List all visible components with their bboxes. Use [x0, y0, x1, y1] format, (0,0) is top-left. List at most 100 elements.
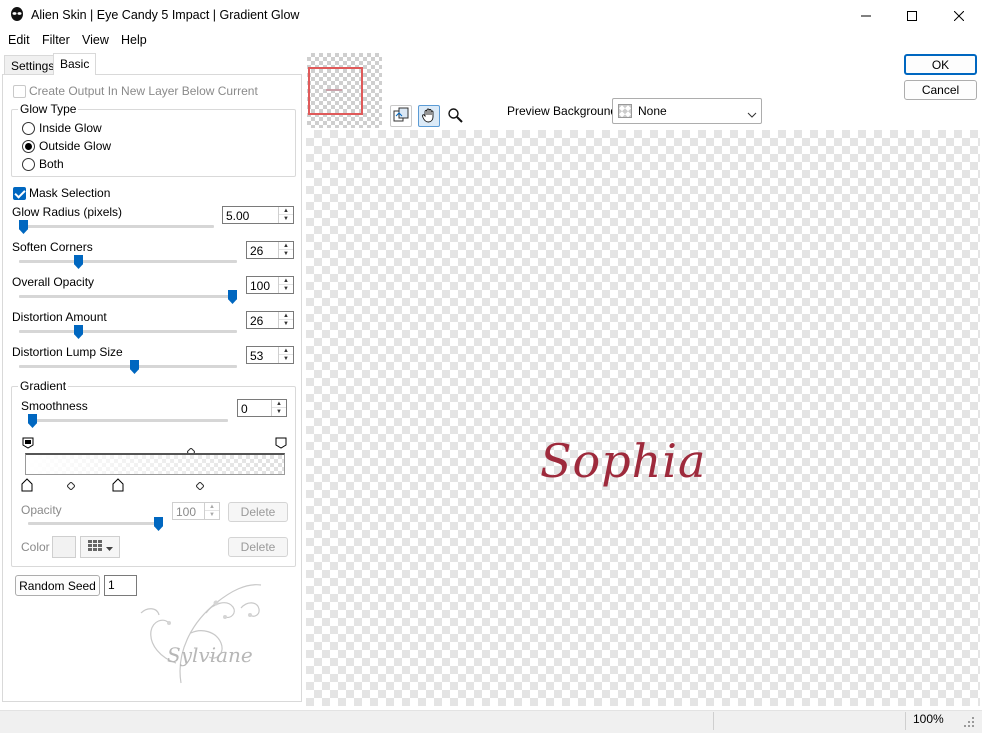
soften-corners-spinbox[interactable]: 26 ▲ ▼: [246, 241, 294, 259]
both-label: Both: [39, 157, 64, 171]
create-output-checkbox[interactable]: [13, 85, 26, 98]
tab-basic-label: Basic: [60, 57, 90, 71]
preview-background-label: Preview Background:: [507, 104, 621, 118]
sylviane-watermark: Sylviane: [121, 573, 271, 688]
spin-down-icon[interactable]: ▼: [272, 408, 286, 416]
ok-button[interactable]: OK: [904, 54, 977, 75]
zoom-level: 100%: [913, 712, 944, 726]
menu-help[interactable]: Help: [121, 33, 147, 47]
random-seed-label: Random Seed: [19, 578, 96, 593]
radio-inside-glow[interactable]: [22, 122, 35, 135]
settings-tabs: Settings Basic: [0, 53, 306, 76]
glow-radius-slider-thumb[interactable]: [19, 220, 28, 234]
color-swatch[interactable]: [52, 536, 76, 558]
mask-selection-checkbox[interactable]: [13, 187, 26, 200]
spin-down-icon[interactable]: ▼: [279, 320, 293, 328]
close-window-button[interactable]: [936, 0, 982, 31]
spin-down-icon[interactable]: ▼: [205, 511, 219, 519]
gradient-group: Gradient Smoothness 0 ▲ ▼ Opacity 100 ▲ …: [11, 379, 296, 567]
title-bar: Alien Skin | Eye Candy 5 Impact | Gradie…: [0, 0, 982, 31]
gradient-midpoint-marker[interactable]: [66, 479, 76, 491]
overall-opacity-label: Overall Opacity: [12, 275, 95, 289]
maximize-button[interactable]: [889, 0, 935, 31]
random-seed-button[interactable]: Random Seed: [15, 575, 100, 596]
smoothness-value: 0: [241, 402, 248, 416]
preview-background-select[interactable]: None: [612, 98, 762, 124]
gradient-midpoint-marker[interactable]: [186, 445, 196, 457]
gradient-color-stop-1[interactable]: [21, 478, 33, 492]
glow-radius-value: 5.00: [226, 209, 250, 223]
preview-sample-text: Sophia: [540, 434, 707, 488]
compare-before-after-button[interactable]: [390, 105, 412, 127]
gradient-opacity-spinbox[interactable]: 100 ▲ ▼: [172, 502, 220, 520]
delete-opacity-stop-button[interactable]: Delete: [228, 502, 288, 522]
menu-filter[interactable]: Filter: [42, 33, 70, 47]
spin-up-icon[interactable]: ▲: [279, 312, 293, 320]
distortion-lump-size-track[interactable]: [19, 365, 237, 368]
glow-radius-track[interactable]: [19, 225, 214, 228]
spin-down-icon[interactable]: ▼: [279, 215, 293, 223]
gradient-opacity-stop-right[interactable]: [275, 437, 287, 449]
smoothness-slider-thumb[interactable]: [28, 414, 37, 428]
spin-up-icon[interactable]: ▲: [279, 242, 293, 250]
thumbnail-text-mark: [326, 89, 342, 91]
alien-skin-logo-icon: [9, 7, 25, 23]
zoom-tool-button[interactable]: [444, 105, 466, 127]
menu-bar: Edit Filter View Help: [0, 31, 982, 51]
preview-canvas[interactable]: Sophia: [306, 130, 980, 706]
menu-view[interactable]: View: [82, 33, 109, 47]
status-divider: [713, 712, 714, 730]
gradient-color-stop-2[interactable]: [112, 478, 124, 492]
soften-corners-slider-thumb[interactable]: [74, 255, 83, 269]
distortion-lump-size-slider-thumb[interactable]: [130, 360, 139, 374]
spin-up-icon[interactable]: ▲: [205, 503, 219, 511]
status-divider: [905, 712, 906, 730]
soften-corners-track[interactable]: [19, 260, 237, 263]
color-palette-dropdown[interactable]: [80, 536, 120, 558]
distortion-lump-size-label: Distortion Lump Size: [12, 345, 123, 359]
gradient-opacity-track[interactable]: [28, 522, 158, 525]
menu-edit[interactable]: Edit: [8, 33, 30, 47]
glow-radius-label: Glow Radius (pixels): [12, 205, 123, 219]
chevron-down-icon: [747, 107, 757, 121]
random-seed-value: 1: [108, 578, 115, 592]
glow-type-title: Glow Type: [18, 102, 79, 116]
navigator-view-frame[interactable]: [308, 67, 363, 115]
cancel-button[interactable]: Cancel: [904, 80, 977, 100]
inside-glow-label: Inside Glow: [39, 121, 102, 135]
gradient-opacity-label: Opacity: [21, 503, 62, 517]
chevron-down-icon: [105, 540, 113, 554]
radio-both[interactable]: [22, 158, 35, 171]
smoothness-spinbox[interactable]: 0 ▲ ▼: [237, 399, 287, 417]
gradient-preview-bar[interactable]: [25, 453, 285, 475]
spin-down-icon[interactable]: ▼: [279, 285, 293, 293]
spin-down-icon[interactable]: ▼: [279, 250, 293, 258]
distortion-amount-spinbox[interactable]: 26 ▲ ▼: [246, 311, 294, 329]
spin-down-icon[interactable]: ▼: [279, 355, 293, 363]
resize-grip-icon[interactable]: [963, 716, 975, 731]
smoothness-track[interactable]: [28, 419, 228, 422]
spin-up-icon[interactable]: ▲: [279, 347, 293, 355]
radio-outside-glow[interactable]: [22, 140, 35, 153]
gradient-opacity-stop-left[interactable]: [22, 437, 34, 449]
pan-tool-button[interactable]: [418, 105, 440, 127]
gradient-opacity-slider-thumb[interactable]: [154, 517, 163, 531]
spin-up-icon[interactable]: ▲: [272, 400, 286, 408]
spin-up-icon[interactable]: ▲: [279, 277, 293, 285]
delete-color-stop-button[interactable]: Delete: [228, 537, 288, 557]
gradient-midpoint-marker[interactable]: [195, 479, 205, 491]
spin-up-icon[interactable]: ▲: [279, 207, 293, 215]
distortion-lump-size-spinbox[interactable]: 53 ▲ ▼: [246, 346, 294, 364]
cancel-label: Cancel: [921, 83, 960, 97]
overall-opacity-track[interactable]: [19, 295, 237, 298]
menu-help-label: Help: [121, 33, 147, 47]
distortion-amount-slider-thumb[interactable]: [74, 325, 83, 339]
compare-icon: [393, 107, 409, 126]
tab-basic[interactable]: Basic: [53, 53, 97, 75]
distortion-amount-track[interactable]: [19, 330, 237, 333]
overall-opacity-spinbox[interactable]: 100 ▲ ▼: [246, 276, 294, 294]
minimize-button[interactable]: [843, 0, 889, 31]
overall-opacity-slider-thumb[interactable]: [228, 290, 237, 304]
glow-radius-spinbox[interactable]: 5.00 ▲ ▼: [222, 206, 294, 224]
outside-glow-label: Outside Glow: [39, 139, 112, 153]
